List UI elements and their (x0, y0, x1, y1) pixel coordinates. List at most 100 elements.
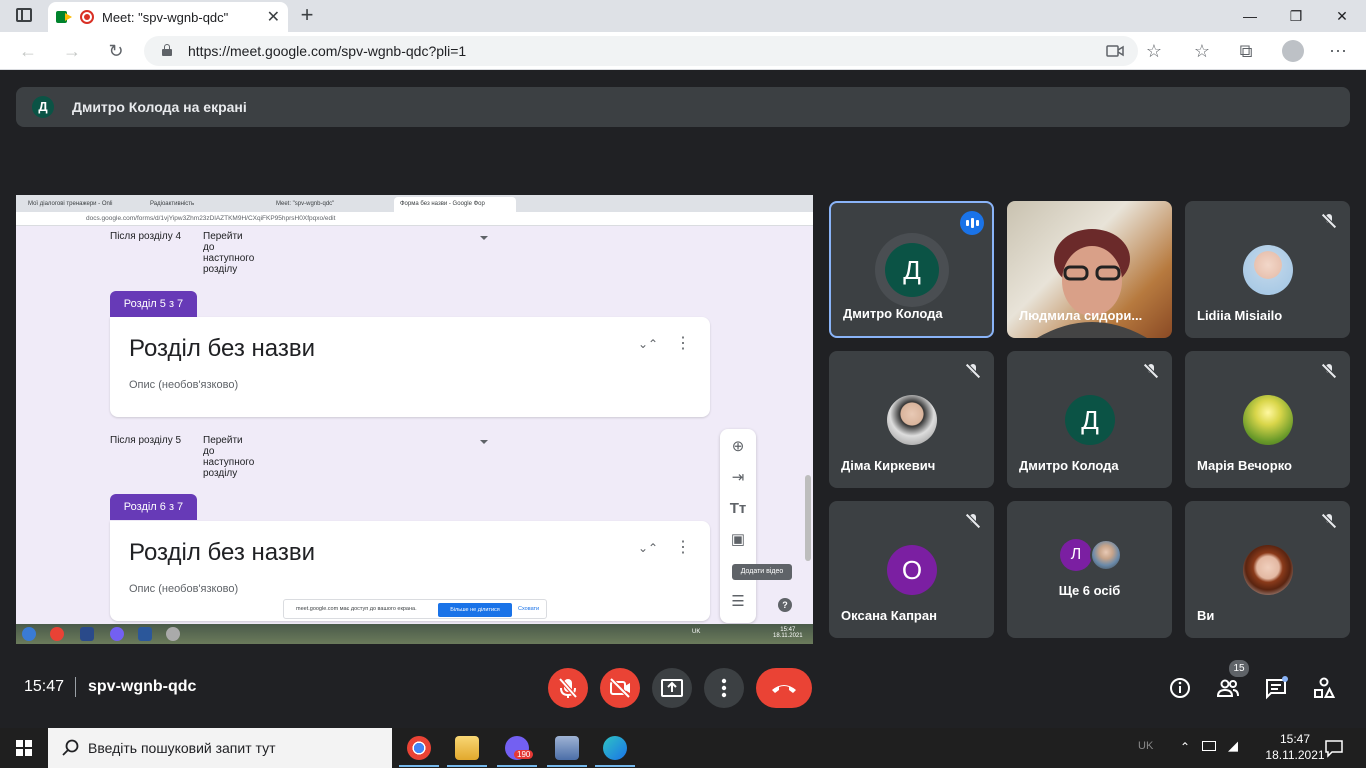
microphone-off-icon (1322, 364, 1336, 378)
participant-tile[interactable]: Діма Киркевич (829, 351, 994, 488)
shared-tab-active: Форма без назви - Google Фор (394, 197, 516, 212)
close-window-icon[interactable]: ✕ (1332, 6, 1352, 26)
taskbar-search-box[interactable]: Введіть пошуковий запит тут (48, 728, 392, 768)
collapse-icon: ⌄⌃ (638, 337, 659, 351)
presenter-avatar: Д (32, 96, 54, 118)
participant-tile[interactable]: Д Дмитро Колода (1007, 351, 1172, 488)
reload-icon[interactable]: ↻ (106, 41, 126, 61)
back-icon[interactable]: ← (18, 41, 38, 61)
participant-tile[interactable]: Lidiia Misiailo (1185, 201, 1350, 338)
google-meet-icon (56, 10, 72, 24)
section-6-chip: Розділ 6 з 7 (110, 494, 197, 520)
present-screen-icon (661, 679, 683, 697)
meeting-code: spv-wgnb-qdc (88, 678, 197, 695)
microphone-off-icon (1144, 364, 1158, 378)
forward-icon[interactable]: → (62, 41, 82, 61)
favorites-icon[interactable]: ☆ (1192, 41, 1212, 61)
battery-icon[interactable] (1202, 741, 1216, 751)
clock-date: 18.11.2021 (1265, 748, 1325, 762)
section-title: Розділ без назви (129, 335, 315, 362)
participant-name: Lidiia Misiailo (1197, 308, 1283, 323)
viber-badge: 190 (514, 750, 534, 759)
people-icon[interactable] (1216, 676, 1240, 700)
add-favorite-icon[interactable]: ☆ (1144, 41, 1164, 61)
camera-toggle-button[interactable] (600, 668, 640, 708)
section-menu-icon (675, 537, 691, 557)
present-now-button[interactable] (652, 668, 692, 708)
help-icon: ? (778, 598, 792, 612)
notifications-icon[interactable] (1324, 738, 1344, 758)
notice-text: meet.google.com має доступ до вашого екр… (296, 606, 417, 612)
show-hidden-icons-icon[interactable]: ⌃ (1180, 740, 1190, 754)
edge-icon[interactable] (603, 736, 627, 760)
participant-tile[interactable]: Д Дмитро Колода (829, 201, 994, 338)
word-icon (138, 627, 152, 641)
browser-toolbar: ← → ↻ https://meet.google.com/spv-wgnb-q… (0, 32, 1366, 70)
windows-start-icon[interactable] (16, 740, 32, 756)
meeting-details-icon[interactable] (1168, 676, 1192, 700)
participant-avatar: О (887, 545, 937, 595)
shared-tab-strip: Мої діалогові тренажери - Onli Радіоакти… (16, 195, 813, 212)
save-icon (80, 627, 94, 641)
microphone-off-icon (1322, 214, 1336, 228)
participant-tile[interactable]: О Оксана Капран (829, 501, 994, 638)
browser-tab-strip: Meet: "spv-wgnb-qdc" ✕ + — ❐ ✕ (0, 0, 1366, 32)
lock-icon (162, 44, 172, 56)
input-language[interactable]: UK (1138, 740, 1153, 752)
add-video-tooltip: Додати відео (732, 564, 792, 580)
leave-call-button[interactable] (756, 668, 812, 708)
presenter-text: Дмитро Колода на екрані (72, 99, 247, 115)
participant-photo (1090, 539, 1122, 571)
meeting-time: 15:47 (24, 678, 65, 695)
shared-clock-date: 18.11.2021 (773, 633, 803, 639)
participant-name: Людмила сидори... (1019, 308, 1143, 323)
camera-in-use-icon[interactable] (1106, 44, 1124, 58)
more-options-button[interactable] (704, 668, 744, 708)
participant-avatar: Д (1065, 395, 1115, 445)
tab-meet[interactable]: Meet: "spv-wgnb-qdc" ✕ (48, 2, 288, 32)
file-explorer-icon[interactable] (455, 736, 479, 760)
shared-lang: UK (692, 629, 701, 635)
magnifier-app-icon[interactable] (555, 736, 579, 760)
more-menu-icon[interactable]: ⋯ (1328, 41, 1348, 61)
add-section-icon: ☰ (731, 593, 745, 610)
running-indicator (547, 765, 587, 767)
hang-up-icon (772, 685, 796, 693)
activities-icon[interactable] (1312, 676, 1336, 700)
participant-tile-self[interactable]: Ви (1185, 501, 1350, 638)
participant-name: Марія Вечорко (1197, 458, 1292, 473)
wifi-icon[interactable]: ◢ (1228, 738, 1238, 754)
maximize-icon[interactable]: ❐ (1286, 6, 1306, 26)
participant-tile-video[interactable]: Людмила сидори... (1007, 201, 1172, 338)
shared-screen[interactable]: Мої діалогові тренажери - Onli Радіоакти… (16, 195, 813, 644)
minimize-icon[interactable]: — (1240, 6, 1260, 26)
profile-avatar[interactable] (1282, 40, 1304, 62)
tab-actions-icon[interactable] (16, 8, 32, 22)
chrome-icon[interactable] (407, 736, 431, 760)
after-section-4-row: Після розділу 4 Перейти до наступного ро… (110, 231, 254, 275)
go-next-dropdown: Перейти до наступного розділу (203, 435, 255, 479)
url-text[interactable]: https://meet.google.com/spv-wgnb-qdc?pli… (188, 43, 466, 59)
new-tab-button[interactable]: + (294, 3, 320, 29)
address-bar[interactable]: https://meet.google.com/spv-wgnb-qdc?pli… (144, 36, 1162, 66)
add-title-icon: Tт (729, 500, 747, 517)
microphone-off-icon (966, 514, 980, 528)
go-next-dropdown: Перейти до наступного розділу (203, 231, 255, 275)
section-5-chip: Розділ 5 з 7 (110, 291, 197, 317)
participant-tile-group[interactable]: Л Ще 6 осіб (1007, 501, 1172, 638)
add-question-icon: ⊕ (731, 438, 745, 455)
dropdown-arrow-icon (480, 236, 488, 240)
add-image-icon: ▣ (730, 531, 746, 548)
chat-icon[interactable] (1264, 676, 1288, 700)
participant-tile[interactable]: Марія Вечорко (1185, 351, 1350, 488)
search-icon (62, 739, 79, 756)
collections-icon[interactable]: ⧉ (1236, 41, 1256, 61)
shared-url: docs.google.com/forms/d/1vjYipw3Zhm23zDl… (86, 215, 336, 222)
close-tab-icon[interactable]: ✕ (267, 7, 280, 27)
section-description: Опис (необов'язково) (129, 379, 239, 391)
screen-share-notice: meet.google.com має доступ до вашого екр… (283, 599, 547, 619)
microphone-toggle-button[interactable] (548, 668, 588, 708)
participant-photo (1243, 395, 1293, 445)
taskbar-clock[interactable]: 15:47 18.11.2021 (1260, 731, 1330, 763)
microphone-off-icon (558, 677, 578, 699)
